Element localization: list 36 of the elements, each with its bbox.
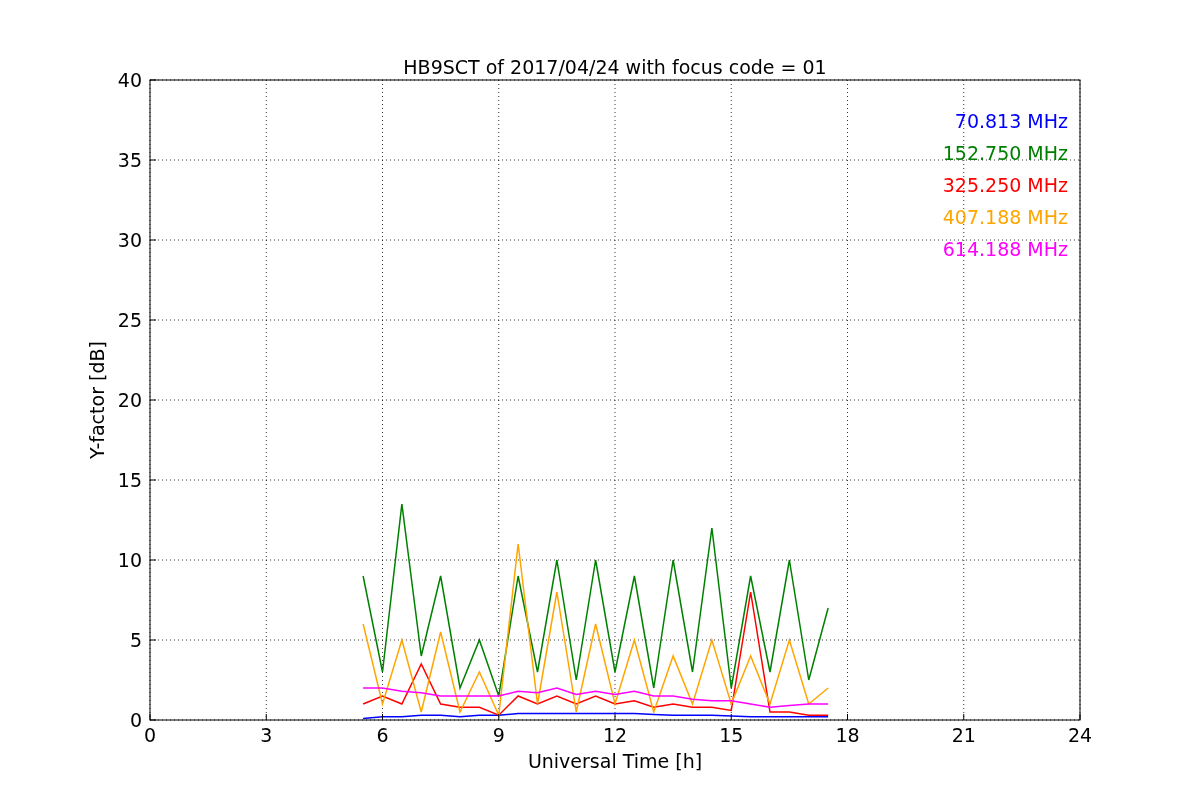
tick-mark — [498, 713, 500, 721]
tick-label: 12 — [602, 724, 628, 746]
tick-label: 25 — [117, 309, 142, 331]
tick-mark — [149, 479, 157, 481]
y-axis-label: Y-factor [dB] — [86, 341, 108, 459]
tick-mark — [149, 319, 157, 321]
tick-label: 18 — [835, 724, 860, 746]
tick-label: 3 — [260, 724, 273, 746]
legend-label: 614.188 MHz — [942, 238, 1068, 260]
chart-title: HB9SCT of 2017/04/24 with focus code = 01 — [403, 56, 827, 78]
tick-label: 0 — [129, 709, 142, 731]
tick-label: 9 — [492, 724, 505, 746]
tick-label: 10 — [117, 549, 142, 571]
tick-mark — [149, 639, 157, 641]
tick-label: 24 — [1067, 724, 1093, 746]
tick-mark — [149, 79, 157, 81]
tick-label: 35 — [117, 149, 142, 171]
tick-mark — [149, 159, 157, 161]
x-axis-label: Universal Time [h] — [527, 750, 703, 772]
tick-mark — [149, 399, 157, 401]
legend-label: 407.188 MHz — [942, 206, 1068, 228]
tick-label: 0 — [143, 724, 157, 746]
tick-mark — [1079, 713, 1081, 721]
tick-label: 21 — [951, 724, 976, 746]
tick-label: 6 — [376, 724, 389, 746]
tick-label: 15 — [719, 724, 744, 746]
legend-label: 152.750 MHz — [942, 142, 1068, 164]
legend-label: 70.813 MHz — [954, 110, 1068, 132]
tick-label: 30 — [117, 229, 142, 251]
tick-label: 5 — [129, 629, 142, 651]
tick-mark — [149, 559, 157, 561]
tick-mark — [149, 239, 157, 241]
tick-label: 20 — [117, 389, 142, 411]
tick-label: 15 — [117, 469, 142, 491]
legend-label: 325.250 MHz — [942, 174, 1068, 196]
tick-label: 40 — [117, 69, 142, 91]
